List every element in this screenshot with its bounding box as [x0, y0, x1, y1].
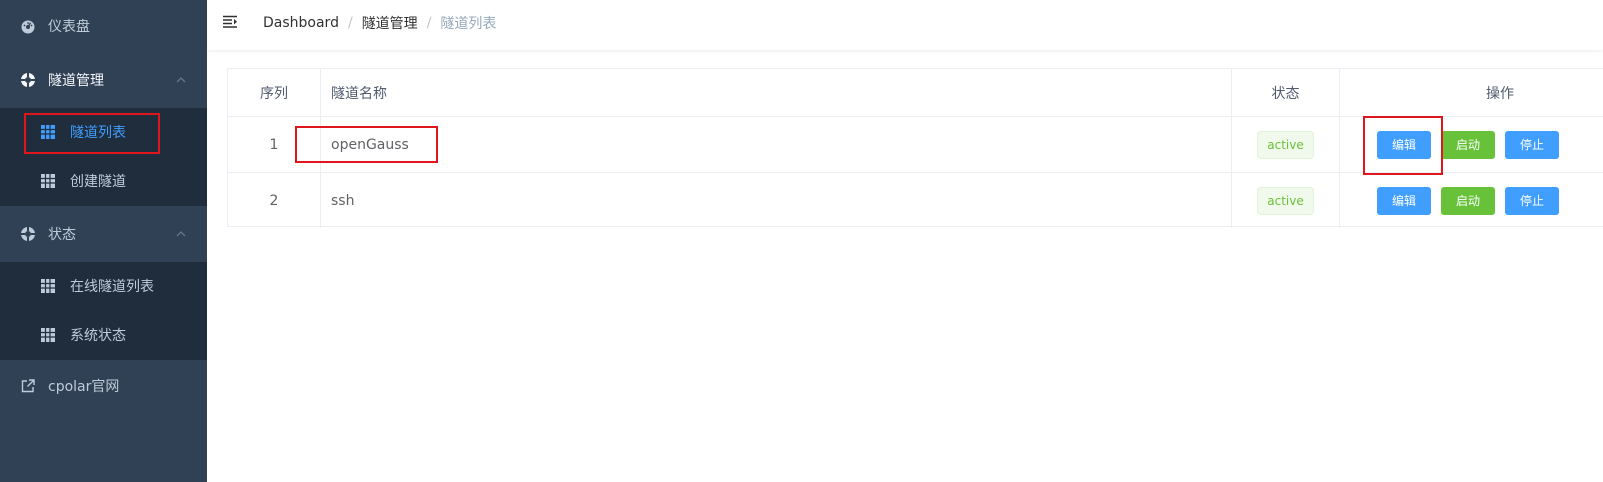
column-header-index: 序列 [228, 69, 321, 116]
sidebar-submenu-status[interactable]: 状态 [0, 206, 207, 262]
breadcrumb-item-dashboard[interactable]: Dashboard [263, 15, 339, 31]
sidebar-item-label: 创建隧道 [70, 174, 126, 190]
sidebar-item-system-status[interactable]: 系统状态 [0, 310, 207, 360]
status-badge: active [1257, 130, 1314, 159]
sidebar-item-label: 仪表盘 [48, 19, 90, 35]
row-index: 2 [228, 173, 321, 228]
status-cell: active [1232, 173, 1340, 228]
chevron-up-icon [175, 228, 187, 244]
sidebar-item-create-tunnel[interactable]: 创建隧道 [0, 156, 207, 206]
breadcrumb-item-tunnel-list: 隧道列表 [440, 16, 497, 32]
actions-cell: 编辑 启动 停止 [1340, 173, 1603, 228]
column-header-actions: 操作 [1486, 85, 1514, 102]
sidebar-item-tunnel-list[interactable]: 隧道列表 [0, 108, 207, 156]
tunnel-name: ssh [321, 173, 1232, 228]
start-button[interactable]: 启动 [1441, 130, 1495, 159]
external-link-icon [20, 378, 36, 394]
table-icon [40, 173, 56, 189]
table-icon [40, 278, 56, 294]
sidebar-submenu-tunnel-management[interactable]: 隧道管理 [0, 52, 207, 108]
lifebuoy-icon [20, 226, 36, 242]
column-header-name: 隧道名称 [321, 69, 1232, 116]
chevron-up-icon [175, 74, 187, 90]
sidebar-item-label: 隧道列表 [70, 125, 126, 141]
breadcrumb: Dashboard / 隧道管理 / 隧道列表 [263, 13, 496, 33]
table-row: 1 openGauss active 编辑 启动 停止 [228, 117, 1603, 173]
table-icon [40, 327, 56, 343]
sidebar-item-online-tunnels[interactable]: 在线隧道列表 [0, 262, 207, 310]
sidebar-item-cpolar-site[interactable]: cpolar官网 [0, 360, 207, 412]
breadcrumb-separator: / [426, 15, 432, 31]
status-badge: active [1257, 186, 1314, 215]
hamburger-menu-icon[interactable] [223, 12, 243, 32]
sidebar: 仪表盘 隧道管理 隧道列表 创建隧道 状态 在线隧道列表 系统状态 cpolar… [0, 0, 207, 482]
stop-button[interactable]: 停止 [1505, 130, 1559, 159]
status-cell: active [1232, 117, 1340, 172]
start-button[interactable]: 启动 [1441, 186, 1495, 215]
table-header-row: 序列 隧道名称 状态 操作 [228, 69, 1603, 117]
edit-button[interactable]: 编辑 [1377, 186, 1431, 215]
actions-cell: 编辑 启动 停止 [1340, 117, 1603, 172]
dashboard-icon [20, 18, 36, 34]
row-index: 1 [228, 117, 321, 172]
sidebar-item-label: 系统状态 [70, 328, 126, 344]
navbar: Dashboard / 隧道管理 / 隧道列表 [207, 0, 1603, 50]
table-icon [40, 124, 56, 140]
column-header-status: 状态 [1232, 69, 1340, 116]
tunnel-name: openGauss [321, 117, 1232, 172]
breadcrumb-separator: / [347, 15, 353, 31]
breadcrumb-item-tunnel-management: 隧道管理 [361, 16, 418, 32]
stop-button[interactable]: 停止 [1505, 186, 1559, 215]
tunnel-table: 序列 隧道名称 状态 操作 1 openGauss active 编辑 启动 停… [227, 68, 1603, 228]
edit-button[interactable]: 编辑 [1377, 130, 1431, 159]
sidebar-item-label: cpolar官网 [48, 379, 120, 395]
table-row: 2 ssh active 编辑 启动 停止 [228, 173, 1603, 228]
submenu-tunnel-management: 隧道列表 创建隧道 [0, 108, 207, 206]
sidebar-item-label: 在线隧道列表 [70, 279, 154, 295]
sidebar-item-label: 状态 [48, 227, 76, 243]
submenu-status: 在线隧道列表 系统状态 [0, 262, 207, 360]
sidebar-item-label: 隧道管理 [48, 73, 104, 89]
lifebuoy-icon [20, 72, 36, 88]
sidebar-item-dashboard[interactable]: 仪表盘 [0, 0, 207, 52]
